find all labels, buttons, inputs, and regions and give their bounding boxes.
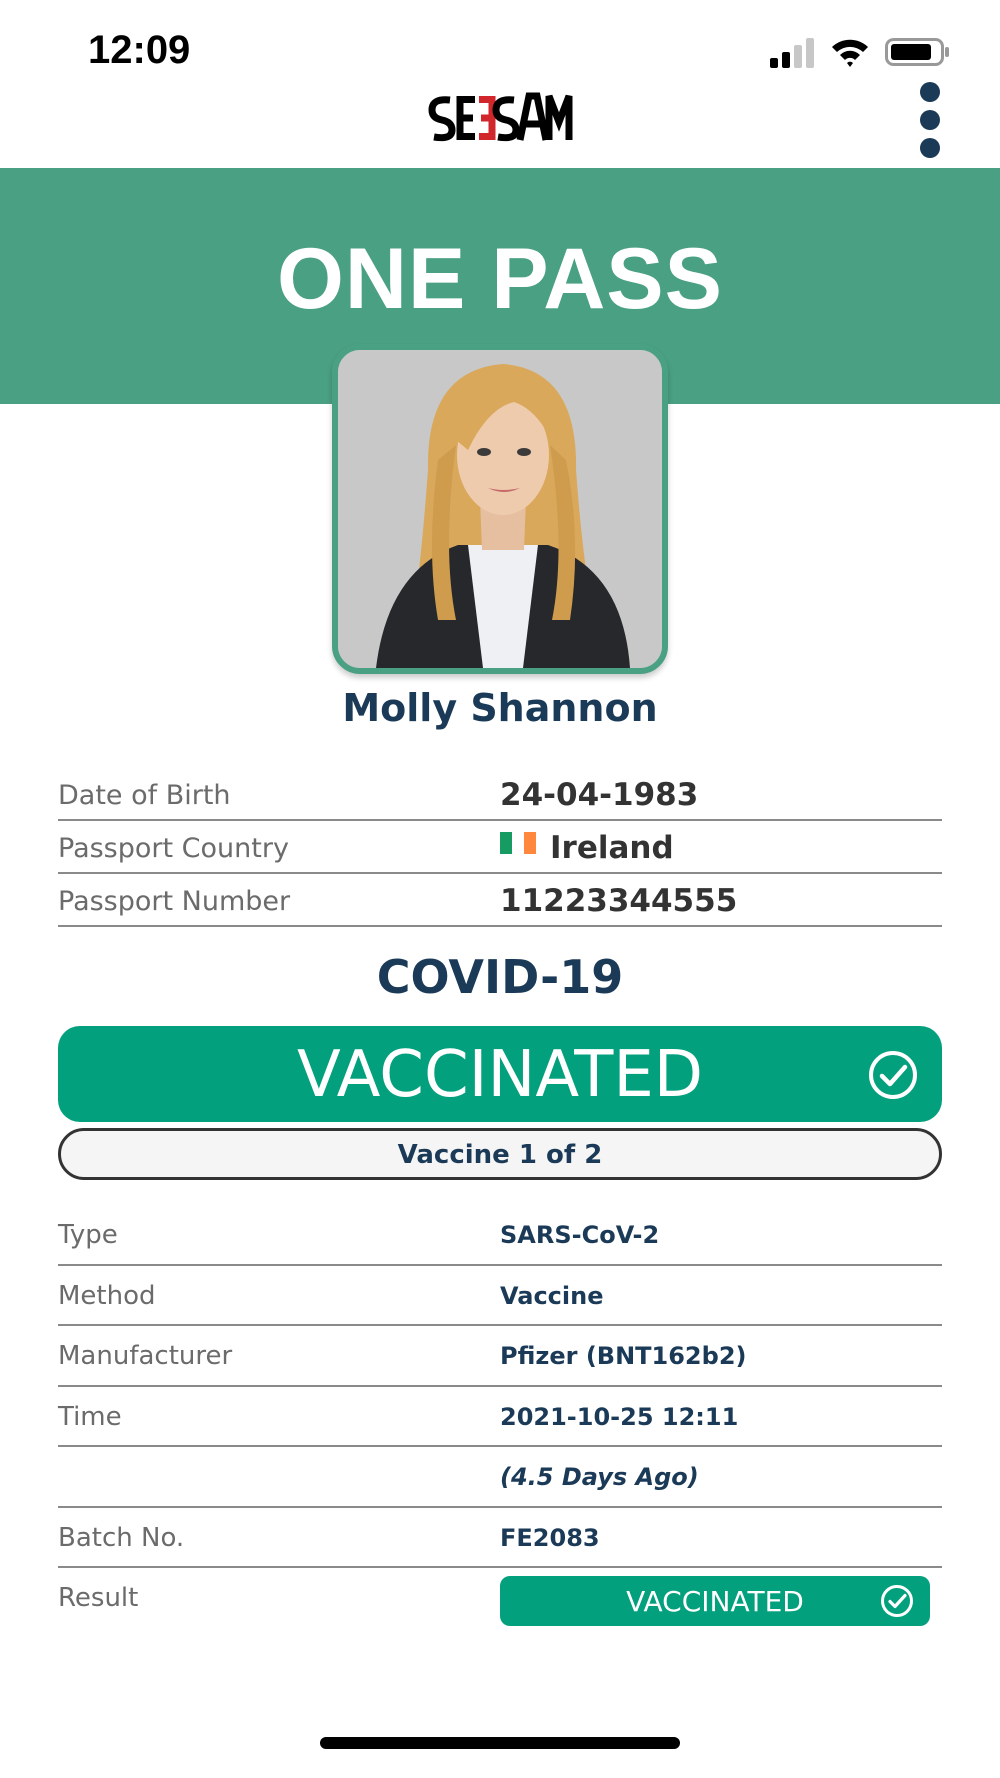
dose-indicator: Vaccine 1 of 2 [58,1128,942,1180]
info-value: 24-04-1983 [500,777,699,813]
info-label: Date of Birth [58,780,231,811]
wifi-icon [832,39,868,67]
detail-label: Batch No. [58,1522,185,1553]
app-header [0,80,1000,168]
detail-value: Vaccine [500,1281,604,1310]
battery-icon [885,38,949,66]
personal-info-table: Date of Birth 24-04-1983 Passport Countr… [58,768,942,927]
country-name: Ireland [550,830,674,866]
check-circle-icon [869,1051,917,1099]
detail-value: Pfizer (BNT162b2) [500,1342,747,1370]
vaccine-details-table: Type SARS-CoV-2 Method Vaccine Manufactu… [58,1205,942,1629]
check-circle-icon [881,1585,913,1617]
detail-label: Type [58,1220,118,1250]
detail-row-result: Result VACCINATED [58,1568,942,1629]
detail-label: Manufacturer [58,1341,233,1371]
detail-row-manufacturer: Manufacturer Pfizer (BNT162b2) [58,1326,942,1387]
seesam-logo [428,92,573,142]
info-label: Passport Number [58,886,291,917]
result-badge: VACCINATED [500,1576,930,1626]
dose-text: Vaccine 1 of 2 [397,1140,603,1170]
info-row-passport-number: Passport Number 11223344555 [58,874,942,927]
info-value: 11223344555 [500,883,738,919]
result-text: VACCINATED [626,1585,804,1618]
detail-row-method: Method Vaccine [58,1266,942,1326]
detail-label: Time [58,1401,122,1432]
detail-value: 2021-10-25 12:11 [500,1402,739,1431]
status-time: 12:09 [88,28,191,72]
detail-value: (4.5 Days Ago) [500,1463,699,1491]
detail-label: Method [58,1280,156,1311]
info-row-date-of-birth: Date of Birth 24-04-1983 [58,768,942,821]
more-vertical-icon[interactable] [910,80,950,160]
covid-title: COVID-19 [376,950,624,1004]
profile-photo [332,344,668,674]
info-value-country: Ireland [500,830,674,866]
vaccination-status-text: VACCINATED [296,1038,704,1112]
home-indicator[interactable] [320,1737,680,1749]
detail-row-time: Time 2021-10-25 12:11 [58,1387,942,1447]
detail-value: SARS-CoV-2 [500,1221,660,1249]
person-name: Molly Shannon [342,686,658,730]
person-portrait-icon [338,350,662,668]
page-title: ONE PASS [276,231,724,327]
info-label: Passport Country [58,833,289,864]
vaccination-status-banner: VACCINATED [58,1026,942,1122]
info-row-passport-country: Passport Country Ireland [58,821,942,874]
cellular-signal-icon [770,38,814,68]
detail-row-batch: Batch No. FE2083 [58,1508,942,1568]
detail-value: FE2083 [500,1523,600,1552]
detail-row-type: Type SARS-CoV-2 [58,1205,942,1266]
detail-label: Result [58,1583,139,1613]
ireland-flag-icon [500,832,536,854]
detail-row-time-ago: (4.5 Days Ago) [58,1447,942,1508]
